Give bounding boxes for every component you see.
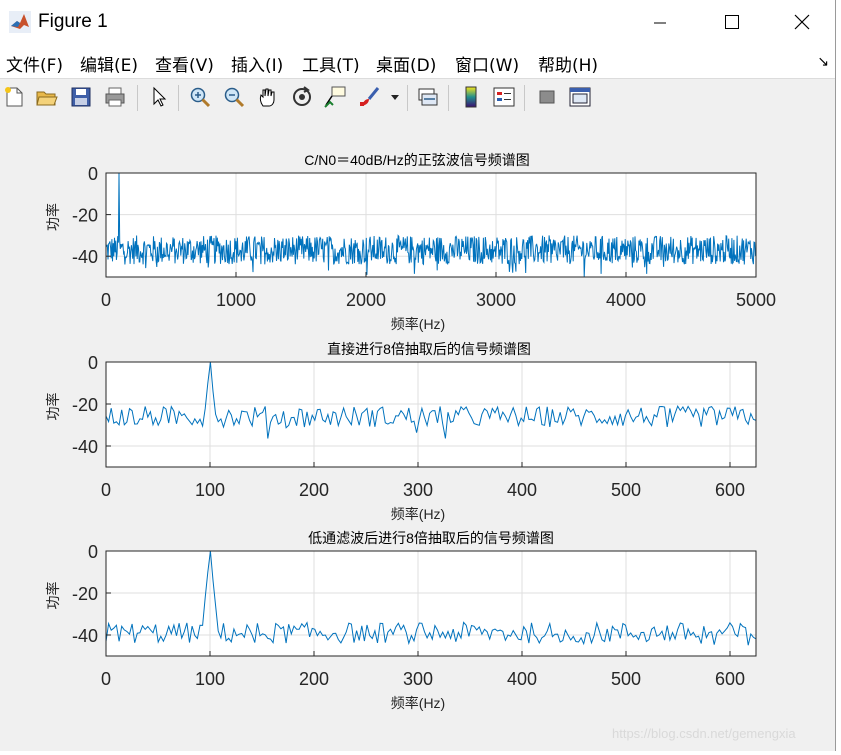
axes-background <box>106 362 756 467</box>
x-tick-label: 200 <box>299 480 329 500</box>
x-tick-label: 600 <box>715 480 745 500</box>
x-tick-label: 3000 <box>476 290 516 310</box>
y-axis-label: 功率 <box>45 582 61 610</box>
close-button[interactable] <box>767 0 837 44</box>
pan-icon[interactable] <box>254 83 282 111</box>
figure-toolbar <box>0 78 835 118</box>
toolbar-separator <box>407 85 408 111</box>
figure-window: Figure 1 文件(F) 编辑(E) 查看(V) 插入(I) 工具(T) 桌… <box>0 0 836 751</box>
close-icon <box>794 14 810 30</box>
subplot-title: C/N0＝40dB/Hz的正弦波信号频谱图 <box>304 152 530 168</box>
y-tick-label: 0 <box>88 353 98 373</box>
toolbar-separator <box>448 85 449 111</box>
x-tick-label: 400 <box>507 669 537 689</box>
y-tick-label: 0 <box>88 542 98 562</box>
menu-view[interactable]: 查看(V) <box>155 51 214 76</box>
x-tick-label: 5000 <box>736 290 776 310</box>
zoom-out-icon[interactable] <box>220 83 248 111</box>
insert-colorbar-icon[interactable] <box>457 83 485 111</box>
x-axis-label: 频率(Hz) <box>391 695 445 711</box>
y-tick-label: -20 <box>72 395 98 415</box>
x-tick-label: 0 <box>101 669 111 689</box>
matlab-logo-icon <box>9 11 31 33</box>
brush-icon[interactable] <box>356 83 384 111</box>
x-tick-label: 2000 <box>346 290 386 310</box>
y-axis-label: 功率 <box>45 203 61 231</box>
toolbar-separator <box>137 85 138 111</box>
new-figure-icon[interactable] <box>0 83 28 111</box>
print-icon[interactable] <box>101 83 129 111</box>
x-tick-label: 1000 <box>216 290 256 310</box>
subplot-title: 直接进行8倍抽取后的信号频谱图 <box>327 341 531 357</box>
show-plot-tools-icon[interactable] <box>566 83 594 111</box>
brush-dropdown-icon[interactable] <box>388 83 402 111</box>
x-tick-label: 300 <box>403 480 433 500</box>
menu-help[interactable]: 帮助(H) <box>538 51 598 76</box>
zoom-in-icon[interactable] <box>186 83 214 111</box>
save-icon[interactable] <box>67 83 95 111</box>
title-bar[interactable]: Figure 1 <box>0 0 835 44</box>
x-tick-label: 200 <box>299 669 329 689</box>
y-tick-label: -40 <box>72 247 98 267</box>
figure-canvas: 0 1000 2000 3000 4000 5000 0 -20 -40 C/N0＝40dB/Hz… <box>0 117 835 751</box>
background-app-edge <box>836 0 841 751</box>
hide-plot-tools-icon[interactable] <box>533 83 561 111</box>
minimize-icon <box>654 22 666 24</box>
y-axis-label: 功率 <box>45 393 61 421</box>
menu-window[interactable]: 窗口(W) <box>455 51 519 76</box>
y-tick-label: 0 <box>88 164 98 184</box>
toolbar-separator <box>178 85 179 111</box>
window-title: Figure 1 <box>38 11 108 32</box>
x-tick-label: 0 <box>101 480 111 500</box>
y-tick-label: -20 <box>72 206 98 226</box>
pointer-icon[interactable] <box>145 83 173 111</box>
y-tick-label: -20 <box>72 584 98 604</box>
x-tick-label: 300 <box>403 669 433 689</box>
x-axis-label: 频率(Hz) <box>391 506 445 522</box>
x-axis-label: 频率(Hz) <box>391 316 445 332</box>
menu-bar: 文件(F) 编辑(E) 查看(V) 插入(I) 工具(T) 桌面(D) 窗口(W… <box>0 44 835 78</box>
subplots: 0 1000 2000 3000 4000 50000-20-40C/N0＝40dB/Hz… <box>45 152 776 711</box>
x-tick-label: 4000 <box>606 290 646 310</box>
y-tick-label: -40 <box>72 626 98 646</box>
x-tick-label: 500 <box>611 480 641 500</box>
x-tick-label: 600 <box>715 669 745 689</box>
menu-tools[interactable]: 工具(T) <box>302 51 360 76</box>
watermark-text: https://blog.csdn.net/gemengxia <box>612 726 796 741</box>
dock-arrow-icon[interactable]: ↘ <box>817 54 829 70</box>
subplot-title: 低通滤波后进行8倍抽取后的信号频谱图 <box>308 530 554 546</box>
menu-edit[interactable]: 编辑(E) <box>80 51 138 76</box>
data-cursor-icon[interactable] <box>321 83 349 111</box>
y-tick-label: -40 <box>72 437 98 457</box>
x-tick-label: 0 <box>101 290 111 310</box>
axes-background <box>106 173 756 277</box>
toolbar-separator <box>524 85 525 111</box>
maximize-button[interactable] <box>697 0 767 44</box>
axes-background <box>106 551 756 656</box>
link-plot-icon[interactable] <box>414 83 442 111</box>
menu-insert[interactable]: 插入(I) <box>231 51 283 76</box>
insert-legend-icon[interactable] <box>490 83 518 111</box>
menu-desktop[interactable]: 桌面(D) <box>376 51 436 76</box>
minimize-button[interactable] <box>625 0 695 44</box>
x-tick-label: 500 <box>611 669 641 689</box>
x-tick-label: 400 <box>507 480 537 500</box>
open-file-icon[interactable] <box>33 83 61 111</box>
rotate-3d-icon[interactable] <box>288 83 316 111</box>
x-tick-label: 100 <box>195 669 225 689</box>
maximize-icon <box>725 15 739 29</box>
x-tick-label: 100 <box>195 480 225 500</box>
menu-file[interactable]: 文件(F) <box>6 51 63 76</box>
